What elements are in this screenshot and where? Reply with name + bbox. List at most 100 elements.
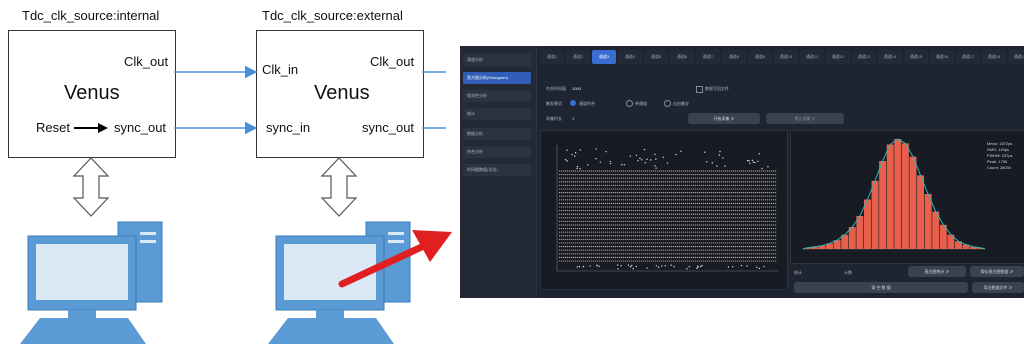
histogram-bar xyxy=(909,156,917,249)
scatter-point xyxy=(657,266,660,268)
scatter-point xyxy=(718,154,721,156)
app-screenshot: 通道分析 直方图分析(Histogram) 相关性分析 统计 数据分析 符合分析… xyxy=(460,46,1024,298)
scatter-point xyxy=(631,264,633,267)
tab-channel[interactable]: 通道10 xyxy=(774,50,798,64)
scatter-point xyxy=(751,159,754,162)
field2-label: 采集时长 xyxy=(546,116,562,121)
sidebar-item[interactable]: 统计 xyxy=(463,108,531,120)
scatter-point xyxy=(654,153,656,155)
sidebar-item[interactable]: 符合分析 xyxy=(463,146,531,158)
scatter-point xyxy=(749,162,751,165)
scatter-point xyxy=(587,164,589,166)
scatter-point xyxy=(641,159,643,161)
scatter-point xyxy=(655,167,657,169)
scatter-point xyxy=(740,264,743,267)
scatter-point xyxy=(646,267,648,269)
scatter-point xyxy=(627,264,630,266)
checkbox-icon[interactable] xyxy=(696,86,703,93)
stat-line: Mean: 1872ps xyxy=(987,141,1013,146)
scatter-point xyxy=(727,266,730,268)
sidebar-item[interactable]: 数据分析 xyxy=(463,128,531,140)
scatter-point xyxy=(673,265,675,268)
scatter-point xyxy=(635,265,637,268)
scatter-point xyxy=(629,266,632,268)
tab-channel-active[interactable]: 通道3 xyxy=(592,50,616,64)
tab-channel[interactable]: 通道17 xyxy=(956,50,980,64)
stop-button[interactable]: 停止采集 ≫ xyxy=(766,113,844,124)
scatter-point xyxy=(574,152,577,154)
sidebar-item[interactable]: 相关性分析 xyxy=(463,90,531,102)
tab-channel[interactable]: 通道13 xyxy=(852,50,876,64)
sidebar-item-active[interactable]: 直方图分析(Histogram) xyxy=(463,72,531,84)
tab-channel[interactable]: 通道15 xyxy=(904,50,928,64)
save-histogram-button[interactable]: 保存直方图数据 ≫ xyxy=(970,266,1024,277)
tab-channel[interactable]: 通道11 xyxy=(800,50,824,64)
histogram-stat-button[interactable]: 直方图统计 ≫ xyxy=(908,266,966,277)
tab-channel[interactable]: 通道9 xyxy=(748,50,772,64)
tab-channel[interactable]: 通道5 xyxy=(644,50,668,64)
scatter-point xyxy=(706,161,708,163)
clear-data-button[interactable]: 清 空 数 据 xyxy=(794,282,968,293)
tab-channel[interactable]: 通道12 xyxy=(826,50,850,64)
scatter-point xyxy=(655,158,657,160)
radio-icon-selected[interactable] xyxy=(570,100,576,106)
scatter-point xyxy=(578,265,581,268)
scatter-point xyxy=(661,265,663,267)
scatter-point xyxy=(637,160,639,162)
scatter-point xyxy=(724,165,726,167)
histogram-bar xyxy=(886,144,894,249)
scatter-point xyxy=(704,151,706,153)
mode-option: 单通道 xyxy=(635,101,647,106)
radio-icon[interactable] xyxy=(664,100,671,107)
tab-channel[interactable]: 通道8 xyxy=(722,50,746,64)
scatter-point xyxy=(639,157,641,160)
scatter-point xyxy=(670,264,672,266)
scatter-point xyxy=(579,149,582,151)
export-data-button[interactable]: 导出数据文件 ≫ xyxy=(972,282,1024,293)
scatter-point xyxy=(635,154,638,157)
scatter-point xyxy=(596,265,598,267)
tab-channel[interactable]: 通道6 xyxy=(670,50,694,64)
bottom-label-stat: 统计 xyxy=(794,270,802,275)
histogram-bar xyxy=(894,139,902,249)
left-computer-icon xyxy=(20,221,163,344)
histogram-bar xyxy=(848,227,856,249)
scatter-point xyxy=(655,265,658,267)
scatter-plot xyxy=(556,145,779,272)
histogram-bar xyxy=(863,199,871,249)
scatter-point xyxy=(617,268,619,270)
scatter-point xyxy=(686,268,688,270)
scatter-point xyxy=(609,160,611,163)
field1-value[interactable]: 1000 xyxy=(572,86,581,91)
tab-channel[interactable]: 通道14 xyxy=(878,50,902,64)
histogram-bar xyxy=(901,143,909,249)
scatter-point xyxy=(752,161,755,163)
scatter-point xyxy=(629,155,631,157)
tab-channel[interactable]: 通道1 xyxy=(540,50,564,64)
tab-channel[interactable]: 通道18 xyxy=(982,50,1006,64)
tab-channel[interactable]: 通道7 xyxy=(696,50,720,64)
radio-icon[interactable] xyxy=(626,100,633,107)
scatter-point xyxy=(664,265,666,267)
mode-option: 自由触发 xyxy=(673,101,689,106)
mode-label: 触发模式 xyxy=(546,101,562,106)
histogram-bar xyxy=(871,180,879,249)
histogram-bar xyxy=(856,216,864,249)
tab-channel[interactable]: 通道19 xyxy=(1008,50,1024,64)
scatter-point xyxy=(589,265,591,267)
sidebar-item[interactable]: 通道分析 xyxy=(463,54,531,66)
start-button[interactable]: 开始采集 ≫ xyxy=(688,113,760,124)
stat-line: Peak: 1795 xyxy=(987,159,1008,164)
scatter-point xyxy=(711,162,714,164)
scatter-point xyxy=(646,158,648,160)
scatter-point xyxy=(643,148,646,151)
tab-channel[interactable]: 通道16 xyxy=(930,50,954,64)
tab-channel[interactable]: 通道4 xyxy=(618,50,642,64)
scatter-point xyxy=(574,155,576,157)
tab-channel[interactable]: 通道2 xyxy=(566,50,590,64)
sidebar-item[interactable]: 时间戳数据(导出) xyxy=(463,164,531,176)
field1-label: 符合时间窗 xyxy=(546,86,566,91)
scatter-point xyxy=(605,150,607,153)
stat-line: FWHM: 337ps xyxy=(987,153,1013,158)
field2-value[interactable]: 1 xyxy=(572,116,574,121)
